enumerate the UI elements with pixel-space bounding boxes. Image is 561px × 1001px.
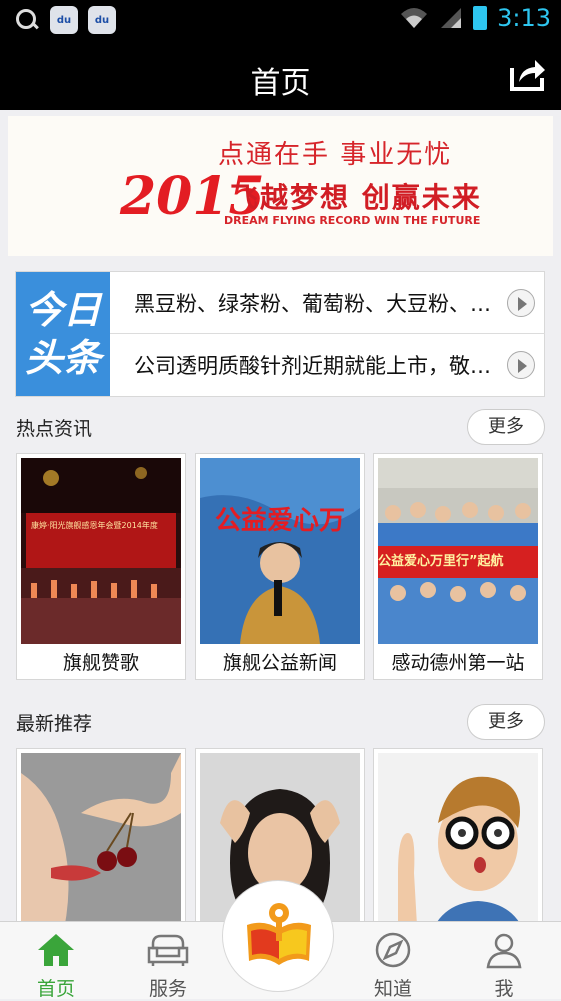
baidu-app-icon-2: du bbox=[88, 6, 116, 34]
news-image-text: 公益爱心万 bbox=[214, 506, 345, 536]
search-icon bbox=[14, 7, 40, 33]
news-card[interactable]: 康婷·阳光旗舰感恩年会暨2014年度 旗舰赞歌 bbox=[16, 453, 186, 680]
tab-label: 我 bbox=[494, 978, 514, 1000]
recommend-card[interactable] bbox=[16, 748, 186, 943]
play-arrow-icon[interactable] bbox=[507, 288, 535, 317]
recommend-title: 最新推荐 bbox=[16, 713, 93, 735]
book-logo-icon bbox=[247, 903, 311, 965]
sofa-icon bbox=[147, 934, 189, 966]
status-bar: du du 3:13 bbox=[0, 0, 561, 40]
tab-service[interactable]: 服务 bbox=[123, 922, 213, 1000]
recommend-card[interactable] bbox=[373, 748, 543, 943]
headline-item[interactable]: 黑豆粉、绿茶粉、葡萄粉、大豆粉、燕麦粉 bbox=[110, 272, 545, 334]
tab-label: 知道 bbox=[373, 978, 412, 1000]
tab-label: 首页 bbox=[36, 978, 75, 1000]
recommend-image bbox=[21, 753, 181, 943]
banner-subline: DREAM FLYING RECORD WIN THE FUTURE bbox=[224, 214, 481, 227]
news-caption: 旗舰赞歌 bbox=[62, 652, 139, 674]
signal-icon bbox=[441, 8, 462, 28]
headline-item[interactable]: 公司透明质酸针剂近期就能上市，敬请期待 bbox=[110, 334, 545, 396]
headlines-badge: 今日 头条 bbox=[16, 272, 110, 396]
wifi-icon bbox=[401, 8, 428, 28]
home-icon bbox=[38, 934, 74, 966]
news-card[interactable]: 公益爱心万 旗舰公益新闻 bbox=[195, 453, 365, 680]
tab-know[interactable]: 知道 bbox=[348, 922, 438, 1000]
person-icon bbox=[486, 933, 522, 969]
promo-banner[interactable]: 点通在手 事业无忧 2015 飞越梦想 创赢未来 DREAM FLYING RE… bbox=[8, 116, 553, 256]
badge-line-2: 头条 bbox=[24, 336, 101, 380]
baidu-app-icon: du bbox=[50, 6, 78, 34]
page-title: 首页 bbox=[250, 66, 311, 101]
news-image: 公益爱心万里行”起航 bbox=[378, 458, 538, 644]
recommend-more-button[interactable]: 更多 bbox=[467, 704, 545, 740]
compass-icon bbox=[375, 932, 411, 968]
news-image-text: 公益爱心万里行”起航 bbox=[378, 554, 504, 569]
news-caption: 旗舰公益新闻 bbox=[222, 652, 337, 674]
play-arrow-icon[interactable] bbox=[507, 351, 535, 379]
news-image-text: 康婷·阳光旗舰感恩年会暨2014年度 bbox=[31, 521, 158, 530]
hot-news-title: 热点资讯 bbox=[16, 418, 93, 440]
tab-me[interactable]: 我 bbox=[459, 922, 549, 1000]
center-logo-button[interactable] bbox=[222, 880, 334, 992]
tab-home[interactable]: 首页 bbox=[11, 922, 101, 1000]
news-caption: 感动德州第一站 bbox=[391, 652, 525, 674]
news-image: 公益爱心万 bbox=[200, 458, 360, 644]
badge-line-1: 今日 bbox=[24, 288, 101, 332]
headlines-panel: 今日 头条 黑豆粉、绿茶粉、葡萄粉、大豆粉、燕麦粉 公司透明质酸针剂近期就能上市… bbox=[15, 271, 545, 397]
share-icon[interactable] bbox=[509, 56, 547, 92]
title-bar: 首页 bbox=[0, 40, 561, 110]
hot-news-more-button[interactable]: 更多 bbox=[467, 409, 545, 445]
recommend-image bbox=[378, 753, 538, 943]
banner-headline: 飞越梦想 创赢未来 bbox=[230, 181, 482, 214]
news-image: 康婷·阳光旗舰感恩年会暨2014年度 bbox=[21, 458, 181, 644]
battery-icon bbox=[473, 6, 488, 30]
tab-label: 服务 bbox=[148, 978, 187, 1000]
clock: 3:13 bbox=[497, 4, 551, 32]
headline-text: 黑豆粉、绿茶粉、葡萄粉、大豆粉、燕麦粉 bbox=[134, 291, 496, 316]
headline-text: 公司透明质酸针剂近期就能上市，敬请期待 bbox=[134, 354, 496, 378]
news-card[interactable]: 公益爱心万里行”起航 感动德州第一站 bbox=[373, 453, 543, 680]
